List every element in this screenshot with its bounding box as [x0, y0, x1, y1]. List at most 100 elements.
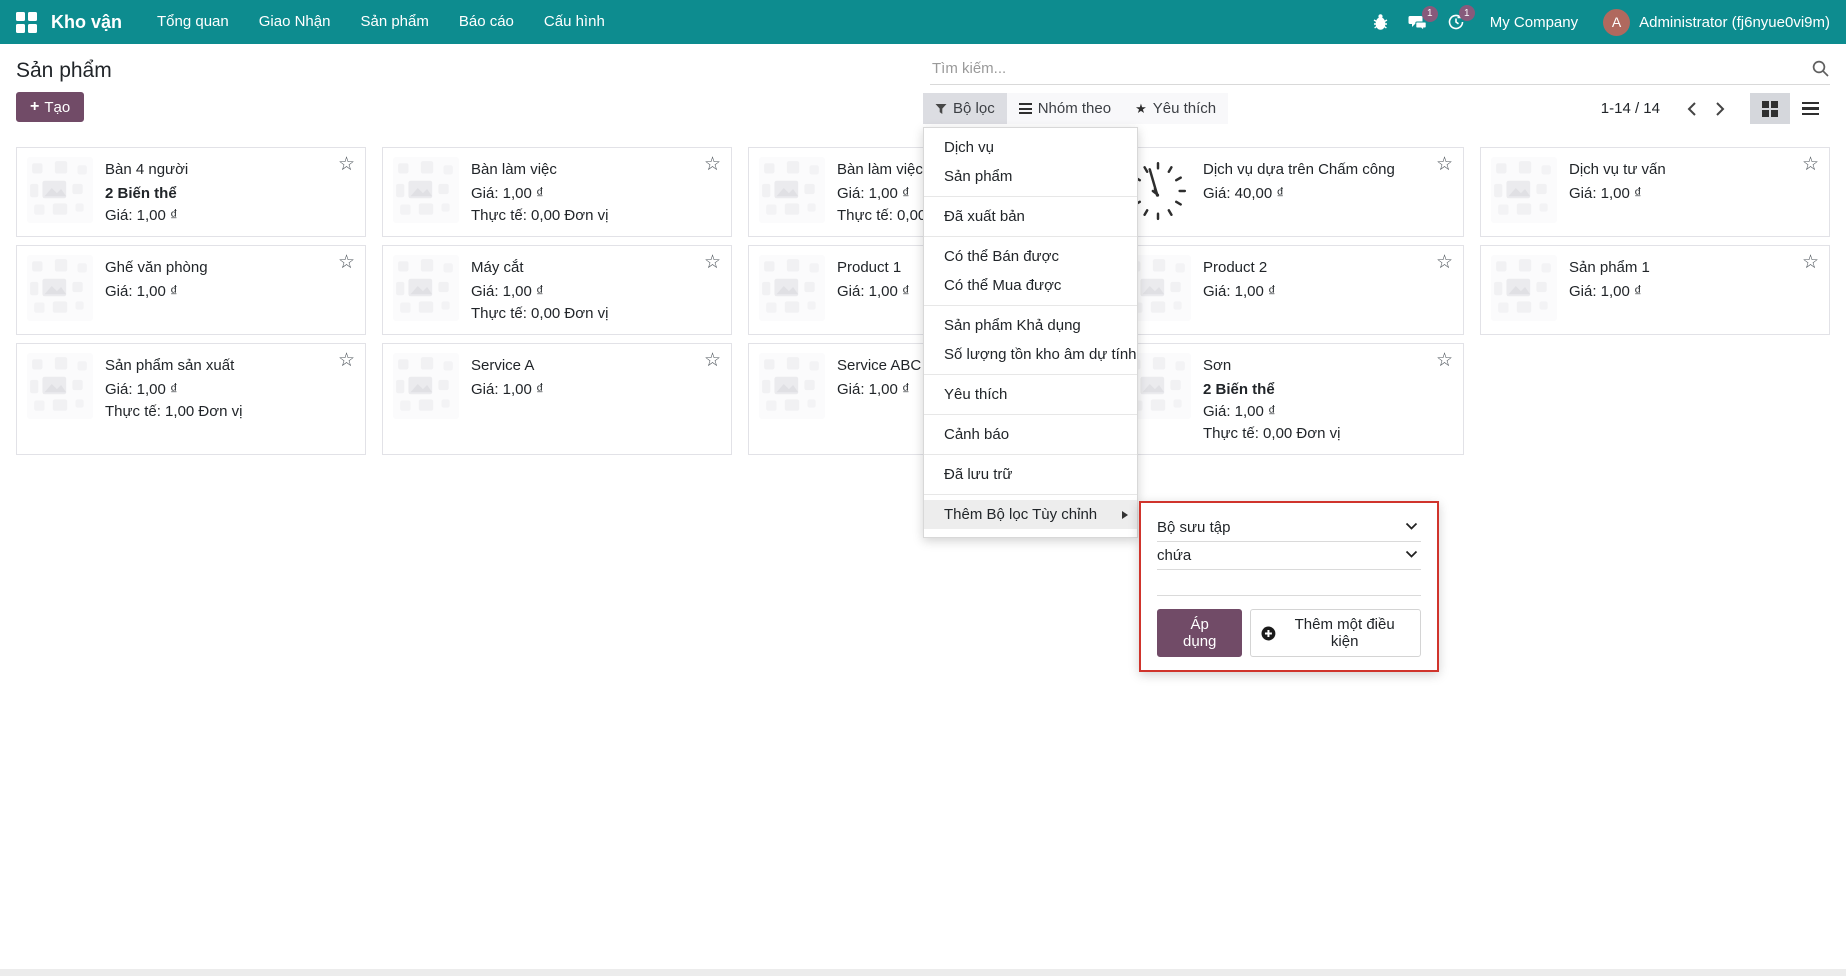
top-navbar: Kho vận Tổng quan Giao Nhận Sản phẩm Báo… [0, 0, 1846, 44]
product-card[interactable]: Dịch vụ tư vấn Giá: 1,00 ₫ [1480, 147, 1830, 237]
menu-divider [924, 374, 1137, 375]
page-title: Sản phẩm [16, 58, 112, 84]
list-view-button[interactable] [1790, 93, 1830, 124]
nav-item-overview[interactable]: Tổng quan [142, 0, 244, 44]
filter-menu-item[interactable]: Dịch vụ [924, 133, 1137, 162]
horizontal-scrollbar[interactable] [0, 969, 1846, 976]
product-card[interactable]: Service A Giá: 1,00 ₫ [382, 343, 732, 455]
filter-icon [935, 103, 947, 115]
nav-item-transfers[interactable]: Giao Nhận [244, 0, 346, 44]
star-icon[interactable] [338, 251, 355, 274]
pager-previous-button[interactable] [1678, 95, 1706, 123]
filter-menu-item[interactable]: Sản phẩm [924, 162, 1137, 191]
product-image-placeholder [759, 255, 825, 321]
product-price: Giá: 40,00 ₫ [1203, 183, 1395, 205]
search-toolbar: Bộ lọc Nhóm theo Yêu thích 1-14 / 14 [923, 93, 1830, 124]
bug-icon[interactable] [1372, 13, 1389, 31]
star-icon[interactable] [1436, 153, 1453, 176]
filter-menu-item[interactable]: Sản phẩm Khả dụng [924, 311, 1137, 340]
nav-item-config[interactable]: Cấu hình [529, 0, 620, 44]
product-title: Bàn làm việc [471, 159, 608, 180]
nav-item-reports[interactable]: Báo cáo [444, 0, 529, 44]
product-price: Giá: 1,00 ₫ [105, 205, 188, 227]
filter-menu-item[interactable]: Số lượng tồn kho âm dự tính [924, 340, 1137, 369]
product-card[interactable]: Ghế văn phòng Giá: 1,00 ₫ [16, 245, 366, 335]
filters-button[interactable]: Bộ lọc [923, 93, 1007, 124]
user-menu[interactable]: A Administrator (fj6nyue0vi9m) [1603, 9, 1830, 36]
product-card-body: Máy cắt Giá: 1,00 ₫ Thực tế: 0,00 Đơn vị [471, 255, 608, 325]
product-card-body: Sản phẩm sản xuất Giá: 1,00 ₫ Thực tế: 1… [105, 353, 242, 445]
filter-button-group: Bộ lọc Nhóm theo Yêu thích [923, 93, 1228, 124]
app-brand[interactable]: Kho vận [51, 12, 122, 33]
product-price: Giá: 1,00 ₫ [837, 379, 921, 401]
product-title: Product 2 [1203, 257, 1276, 278]
menu-divider [924, 494, 1137, 495]
groupby-icon [1019, 103, 1032, 114]
groupby-button-label: Nhóm theo [1038, 100, 1111, 117]
filter-menu-item[interactable]: Thêm Bộ lọc Tùy chỉnh [924, 500, 1137, 529]
product-card[interactable]: Máy cắt Giá: 1,00 ₫ Thực tế: 0,00 Đơn vị [382, 245, 732, 335]
groupby-button[interactable]: Nhóm theo [1007, 93, 1123, 124]
filter-menu-item[interactable]: Cảnh báo [924, 420, 1137, 449]
product-card-body: Sơn 2 Biến thể Giá: 1,00 ₫ Thực tế: 0,00… [1203, 353, 1340, 445]
avatar: A [1603, 9, 1630, 36]
custom-filter-value-input[interactable] [1157, 570, 1421, 596]
star-icon[interactable] [1436, 349, 1453, 372]
create-button[interactable]: Tạo [16, 92, 84, 122]
product-image-placeholder [393, 157, 459, 223]
product-image-placeholder [393, 353, 459, 419]
product-title: Product 1 [837, 257, 910, 278]
product-card[interactable]: Bàn 4 người 2 Biến thể Giá: 1,00 ₫ [16, 147, 366, 237]
add-condition-button[interactable]: Thêm một điều kiện [1250, 609, 1421, 657]
chevron-down-icon [1405, 522, 1418, 531]
product-card[interactable]: Sản phẩm 1 Giá: 1,00 ₫ [1480, 245, 1830, 335]
product-card[interactable]: Bàn làm việc Giá: 1,00 ₫ Thực tế: 0,00 Đ… [382, 147, 732, 237]
star-icon[interactable] [338, 349, 355, 372]
filter-menu-item[interactable]: Đã xuất bản [924, 202, 1137, 231]
custom-filter-operator-select[interactable]: chứa [1157, 542, 1421, 570]
product-card-body: Dịch vụ tư vấn Giá: 1,00 ₫ [1569, 157, 1666, 227]
menu-divider [924, 236, 1137, 237]
plus-icon [30, 98, 39, 116]
user-name: Administrator (fj6nyue0vi9m) [1639, 14, 1830, 31]
product-card[interactable]: Sản phẩm sản xuất Giá: 1,00 ₫ Thực tế: 1… [16, 343, 366, 455]
star-icon[interactable] [338, 153, 355, 176]
product-image-placeholder [27, 157, 93, 223]
search-input[interactable] [930, 59, 1811, 78]
filter-menu-item[interactable]: Có thể Bán được [924, 242, 1137, 271]
product-card[interactable]: Sơn 2 Biến thể Giá: 1,00 ₫ Thực tế: 0,00… [1114, 343, 1464, 455]
messages-icon[interactable]: 1 [1408, 14, 1428, 31]
star-icon[interactable] [704, 251, 721, 274]
product-title: Sản phẩm sản xuất [105, 355, 242, 376]
product-image-placeholder [759, 353, 825, 419]
product-onhand-qty: Thực tế: 0,00 Đơn vị [1203, 423, 1340, 445]
product-price: Giá: 1,00 ₫ [837, 281, 910, 303]
pager-next-button[interactable] [1706, 95, 1734, 123]
kanban-view-button[interactable] [1750, 93, 1790, 124]
product-card[interactable]: Dịch vụ dựa trên Chấm công Giá: 40,00 ₫ [1114, 147, 1464, 237]
list-view-icon [1802, 102, 1819, 116]
star-icon[interactable] [1802, 251, 1819, 274]
custom-filter-field-select[interactable]: Bộ sưu tập [1157, 514, 1421, 542]
product-price: Giá: 1,00 ₫ [1203, 401, 1340, 423]
filter-menu-item[interactable]: Có thể Mua được [924, 271, 1137, 300]
product-card-body: Product 2 Giá: 1,00 ₫ [1203, 255, 1276, 325]
star-icon[interactable] [704, 153, 721, 176]
product-title: Dịch vụ tư vấn [1569, 159, 1666, 180]
filter-menu-item[interactable]: Đã lưu trữ [924, 460, 1137, 489]
product-card[interactable]: Product 2 Giá: 1,00 ₫ [1114, 245, 1464, 335]
star-icon[interactable] [1802, 153, 1819, 176]
apply-button[interactable]: Áp dụng [1157, 609, 1242, 657]
star-icon[interactable] [704, 349, 721, 372]
product-title: Dịch vụ dựa trên Chấm công [1203, 159, 1395, 180]
filter-menu-item[interactable]: Yêu thích [924, 380, 1137, 409]
apps-menu-icon[interactable] [16, 12, 37, 33]
search-icon[interactable] [1811, 59, 1830, 78]
favorites-button[interactable]: Yêu thích [1123, 93, 1228, 124]
star-icon[interactable] [1436, 251, 1453, 274]
activity-icon[interactable]: 1 [1447, 13, 1465, 31]
pager-counter: 1-14 / 14 [1601, 100, 1660, 117]
nav-item-products[interactable]: Sản phẩm [345, 0, 443, 44]
product-title: Service A [471, 355, 544, 376]
company-switcher[interactable]: My Company [1490, 14, 1578, 31]
